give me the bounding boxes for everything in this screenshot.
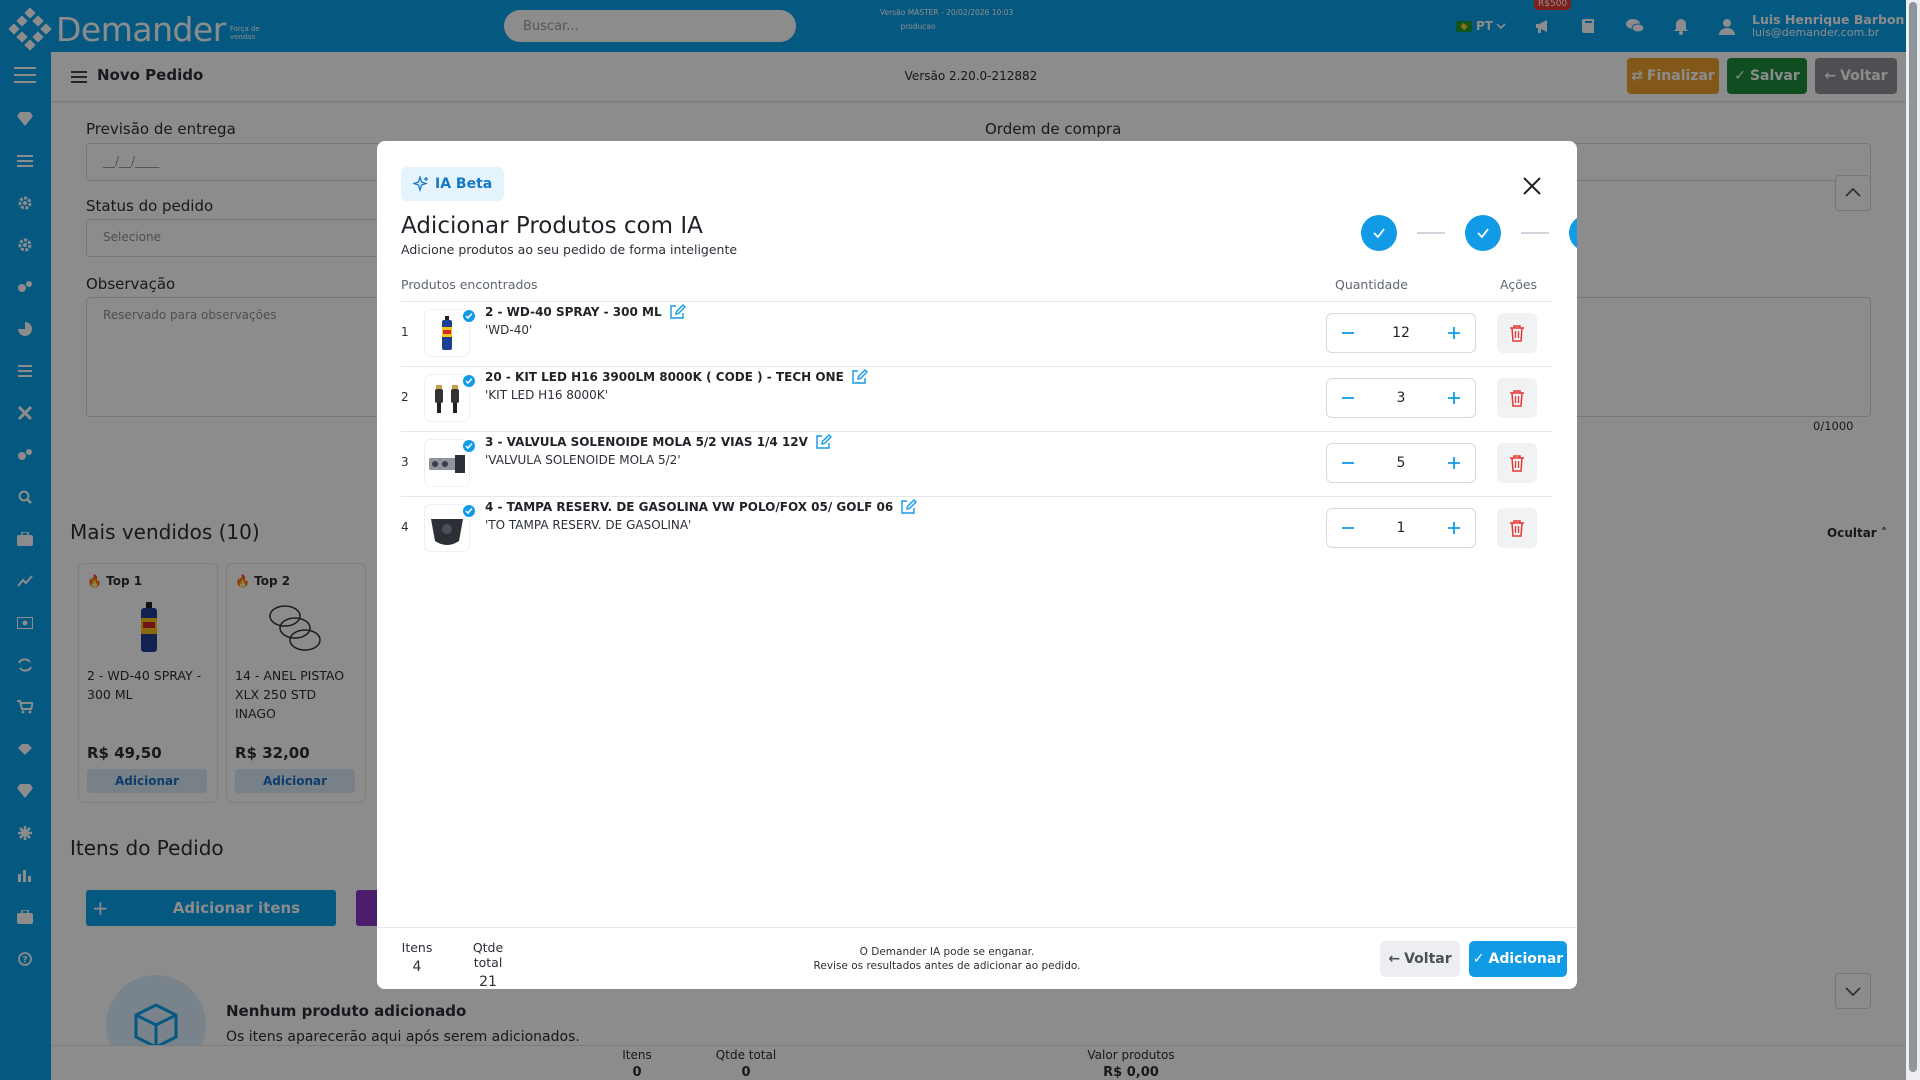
product-search-query: 'VALVULA SOLENOIDE MOLA 5/2' <box>485 453 681 467</box>
product-row: 3 3 - VALVULA SOLENOIDE MOLA 5/2 VIAS 1/… <box>401 431 1553 496</box>
check-icon <box>1477 228 1489 239</box>
delete-button[interactable] <box>1497 313 1537 353</box>
trash-icon <box>1510 390 1524 407</box>
trash-icon <box>1510 325 1524 342</box>
modal-subtitle: Adicione produtos ao seu pedido de forma… <box>401 242 738 257</box>
step-3-current: 3 <box>1569 215 1577 251</box>
selected-check-icon[interactable] <box>461 308 477 324</box>
quantity-value[interactable]: 5 <box>1397 455 1406 471</box>
products-list: 1 2 - WD-40 SPRAY - 300 ML 'WD-40' 12 2 <box>401 301 1553 561</box>
ia-beta-chip: IA Beta <box>401 167 505 201</box>
edit-icon[interactable] <box>901 499 918 515</box>
minus-icon[interactable] <box>1337 322 1359 344</box>
plus-icon[interactable] <box>1443 517 1465 539</box>
modal-footer: Itens 4 Qtde total 21 O Demander IA pode… <box>377 927 1577 989</box>
check-icon <box>1373 228 1385 239</box>
product-name: 2 - WD-40 SPRAY - 300 ML <box>485 304 686 320</box>
edit-icon[interactable] <box>669 304 686 320</box>
adicionar-button[interactable]: ✓ Adicionar <box>1469 941 1567 977</box>
quantity-stepper: 12 <box>1326 313 1476 353</box>
product-row: 2 20 - KIT LED H16 3900LM 8000K ( CODE )… <box>401 366 1553 431</box>
minus-icon[interactable] <box>1337 452 1359 474</box>
modal-title: Adicionar Produtos com IA <box>401 213 703 239</box>
edit-icon[interactable] <box>816 434 832 450</box>
selected-check-icon[interactable] <box>461 503 477 519</box>
delete-button[interactable] <box>1497 378 1537 418</box>
ia-disclaimer: O Demander IA pode se enganar. Revise os… <box>813 946 1081 972</box>
sparkle-icon <box>413 176 429 192</box>
footer-qtde-total: Qtde total 21 <box>472 940 504 989</box>
trash-icon <box>1510 520 1524 537</box>
delete-button[interactable] <box>1497 508 1537 548</box>
product-search-query: 'KIT LED H16 8000K' <box>485 388 608 402</box>
plus-icon[interactable] <box>1443 452 1465 474</box>
col-header-products: Produtos encontrados <box>401 277 538 292</box>
minus-icon[interactable] <box>1337 387 1359 409</box>
row-index: 3 <box>401 455 409 469</box>
trash-icon <box>1510 455 1524 472</box>
plus-icon[interactable] <box>1443 322 1465 344</box>
plus-icon[interactable] <box>1443 387 1465 409</box>
product-name: 20 - KIT LED H16 3900LM 8000K ( CODE ) -… <box>485 369 868 385</box>
ia-products-modal: IA Beta Adicionar Produtos com IA Adicio… <box>377 141 1577 989</box>
col-header-actions: Ações <box>1500 277 1538 292</box>
quantity-value[interactable]: 1 <box>1397 520 1406 536</box>
stepper-progress: 3 <box>1361 215 1577 251</box>
quantity-stepper: 5 <box>1326 443 1476 483</box>
page-scrollbar[interactable] <box>1906 0 1920 1080</box>
step-1-complete <box>1361 215 1397 251</box>
minus-icon[interactable] <box>1337 517 1359 539</box>
row-index: 1 <box>401 325 409 339</box>
product-search-query: 'TO TAMPA RESERV. DE GASOLINA' <box>485 518 692 532</box>
delete-button[interactable] <box>1497 443 1537 483</box>
voltar-button[interactable]: ← Voltar <box>1380 941 1460 977</box>
product-search-query: 'WD-40' <box>485 323 533 337</box>
step-connector <box>1521 232 1549 234</box>
step-2-complete <box>1465 215 1501 251</box>
row-index: 2 <box>401 390 409 404</box>
product-name: 3 - VALVULA SOLENOIDE MOLA 5/2 VIAS 1/4 … <box>485 434 832 450</box>
arrow-left-icon: ← <box>1388 951 1401 967</box>
scrollbar-thumb[interactable] <box>1909 2 1917 1072</box>
edit-icon[interactable] <box>852 369 868 385</box>
products-table-header: Produtos encontrados Quantidade Ações <box>401 277 1553 301</box>
footer-itens: Itens 4 <box>401 940 433 975</box>
quantity-value[interactable]: 3 <box>1397 390 1406 406</box>
product-row: 4 4 - TAMPA RESERV. DE GASOLINA VW POLO/… <box>401 496 1553 561</box>
col-header-quantity: Quantidade <box>1335 277 1408 292</box>
check-icon: ✓ <box>1472 951 1485 967</box>
row-index: 4 <box>401 520 409 534</box>
selected-check-icon[interactable] <box>461 438 477 454</box>
quantity-value[interactable]: 12 <box>1392 325 1410 341</box>
product-name: 4 - TAMPA RESERV. DE GASOLINA VW POLO/FO… <box>485 499 918 515</box>
step-connector <box>1417 232 1445 234</box>
quantity-stepper: 3 <box>1326 378 1476 418</box>
quantity-stepper: 1 <box>1326 508 1476 548</box>
product-row: 1 2 - WD-40 SPRAY - 300 ML 'WD-40' 12 <box>401 301 1553 366</box>
selected-check-icon[interactable] <box>461 373 477 389</box>
close-icon[interactable] <box>1521 175 1543 197</box>
